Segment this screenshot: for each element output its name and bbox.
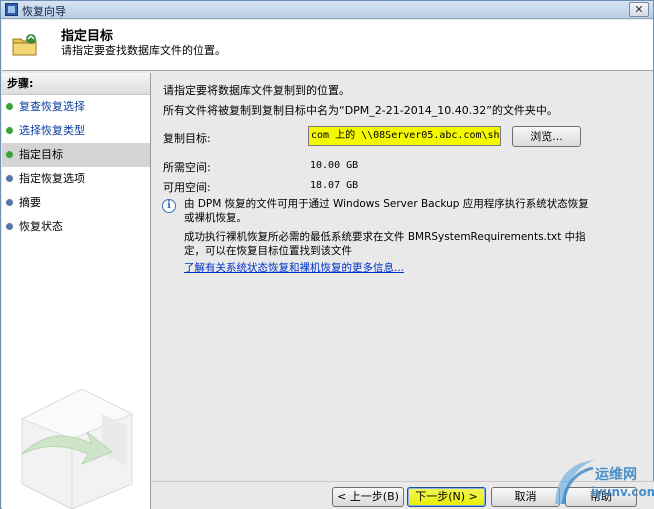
step-label: 摘要 xyxy=(19,196,41,209)
info-text-line: 成功执行裸机恢复所必需的最低系统要求在文件 BMRSystemRequireme… xyxy=(184,231,586,243)
step-review-selection[interactable]: 复查恢复选择 xyxy=(2,95,150,119)
step-status-icon xyxy=(6,127,13,134)
back-button[interactable]: < 上一步(B) xyxy=(332,487,404,507)
steps-sidebar: 步骤: 复查恢复选择 选择恢复类型 指定目标 指定恢复选项 摘要 恢复状态 xyxy=(2,73,151,509)
step-label: 恢复状态 xyxy=(19,220,63,233)
window-title: 恢复向导 xyxy=(22,5,66,18)
next-button[interactable]: 下一步(N) > xyxy=(407,487,486,507)
app-icon xyxy=(5,3,18,16)
title-bar: 恢复向导 ✕ xyxy=(1,1,653,19)
required-space-label: 所需空间: xyxy=(163,161,211,174)
steps-label: 步骤: xyxy=(2,73,150,95)
copy-target-label: 复制目标: xyxy=(163,132,211,145)
step-status-icon xyxy=(6,103,13,110)
info-text-line: 由 DPM 恢复的文件可用于通过 Windows Server Backup 应… xyxy=(184,198,589,210)
step-status-icon xyxy=(6,151,13,158)
intro-text: 请指定要将数据库文件复制到的位置。 xyxy=(163,84,350,97)
step-status-icon xyxy=(6,223,13,230)
available-space-value: 18.07 GB xyxy=(310,180,359,191)
step-label: 选择恢复类型 xyxy=(19,124,85,137)
info-icon: i xyxy=(162,199,176,213)
step-specify-options: 指定恢复选项 xyxy=(2,167,150,191)
copy-target-input[interactable]: com 上的 \\08Server05.abc.com\share xyxy=(308,126,501,146)
folder-restore-icon xyxy=(12,34,37,56)
watermark-text: 运维网 xyxy=(595,467,637,483)
wizard-decoration-graphic xyxy=(20,388,134,509)
folder-note: 所有文件将被复制到复制目标中名为“DPM_2-21-2014_10.40.32”… xyxy=(163,104,558,117)
step-status-icon xyxy=(6,199,13,206)
wizard-header: 指定目标 请指定要查找数据库文件的位置。 xyxy=(2,20,653,71)
info-text-line: 或裸机恢复。 xyxy=(184,212,247,224)
main-panel: 请指定要将数据库文件复制到的位置。 所有文件将被复制到复制目标中名为“DPM_2… xyxy=(151,73,654,481)
info-text-line: 定，可以在恢复目标位置找到该文件 xyxy=(184,245,352,257)
watermark-url: iyunv.com xyxy=(591,485,654,499)
step-summary: 摘要 xyxy=(2,191,150,215)
step-label: 指定恢复选项 xyxy=(19,172,85,185)
learn-more-link[interactable]: 了解有关系统状态恢复和裸机恢复的更多信息... xyxy=(184,260,404,275)
required-space-value: 10.00 GB xyxy=(310,160,359,171)
step-label: 指定目标 xyxy=(19,148,63,161)
page-subtitle: 请指定要查找数据库文件的位置。 xyxy=(61,44,226,57)
browse-button[interactable]: 浏览... xyxy=(512,126,581,147)
recovery-wizard-window: 恢复向导 ✕ 指定目标 请指定要查找数据库文件的位置。 步骤: 复查恢复选择 选… xyxy=(0,0,654,509)
step-label: 复查恢复选择 xyxy=(19,100,85,113)
close-button[interactable]: ✕ xyxy=(629,2,649,17)
step-select-recovery-type[interactable]: 选择恢复类型 xyxy=(2,119,150,143)
step-recovery-status: 恢复状态 xyxy=(2,215,150,239)
available-space-label: 可用空间: xyxy=(163,181,211,194)
step-status-icon xyxy=(6,175,13,182)
step-specify-destination[interactable]: 指定目标 xyxy=(2,143,150,167)
